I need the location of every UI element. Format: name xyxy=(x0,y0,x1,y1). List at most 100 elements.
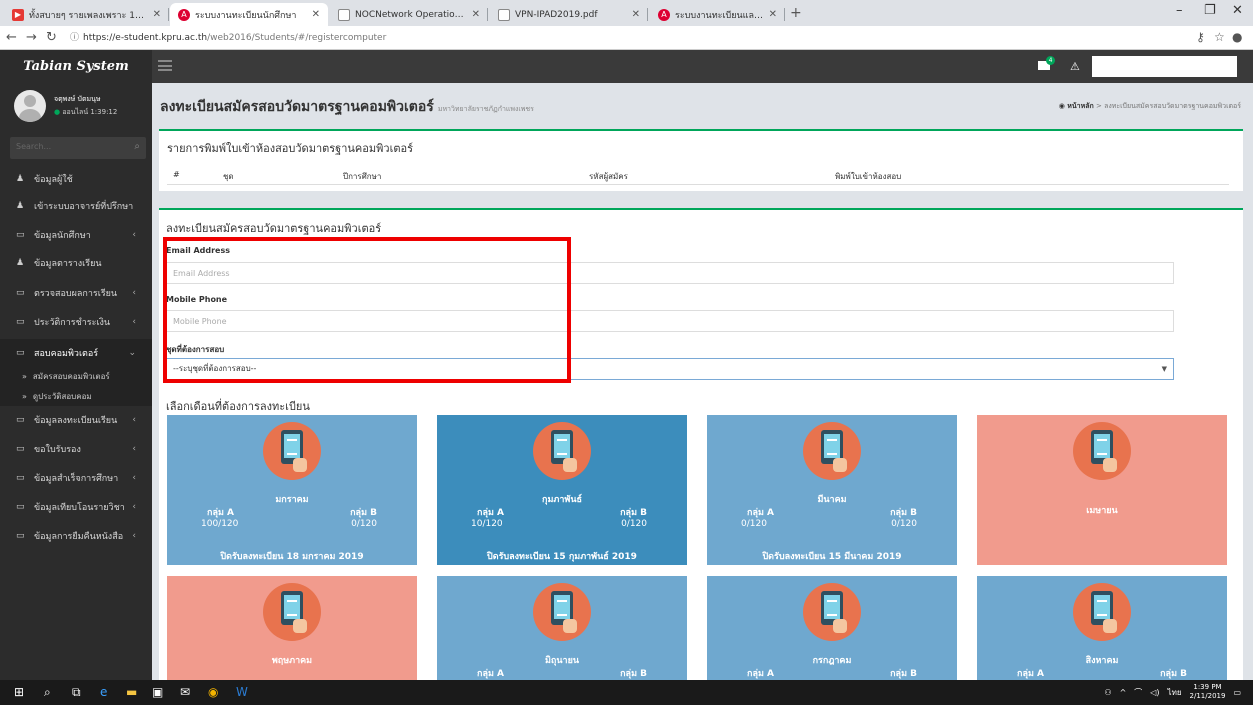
sidebar-item-graduation[interactable]: ▭ ข้อมูลสำเร็จการศึกษา ‹ xyxy=(0,464,152,491)
month-card-march[interactable]: มีนาคม กลุ่ม A กลุ่ม B 0/120 0/120 ปิดรั… xyxy=(707,415,957,565)
chevron-up-icon[interactable]: ^ xyxy=(1120,688,1127,697)
browser-tab[interactable]: ▶ ทั้งสบายๆ รายเพลงเพราะ 16 ตอน ✕ xyxy=(4,3,169,26)
restore-button[interactable]: ❐ xyxy=(1204,3,1216,18)
close-icon[interactable]: ✕ xyxy=(472,9,480,20)
forward-arrow-icon[interactable]: → xyxy=(26,30,37,45)
monitor-icon: ▭ xyxy=(16,316,25,327)
sidebar-item-advisor[interactable]: ♟ เข้าระบบอาจารย์ที่ปรึกษา xyxy=(0,192,152,219)
sidebar-item-label: ข้อมูลตารางเรียน xyxy=(34,258,102,269)
month-card-may[interactable]: พฤษภาคม xyxy=(167,576,417,680)
month-card-april[interactable]: เมษายน xyxy=(977,415,1227,565)
star-icon[interactable]: ☆ xyxy=(1214,30,1225,44)
url-field[interactable]: ⓘ https://e-student.kpru.ac.th/web2016/St… xyxy=(70,29,1190,47)
avatar xyxy=(14,90,46,122)
group-b-label: กลุ่ม B xyxy=(1160,669,1187,679)
month-card-august[interactable]: สิงหาคม กลุ่ม A กลุ่ม B xyxy=(977,576,1227,680)
month-card-june[interactable]: มิถุนายน กลุ่ม A กลุ่ม B xyxy=(437,576,687,680)
task-view-icon[interactable]: ⧉ xyxy=(72,685,81,700)
month-card-july[interactable]: กรกฎาคม กลุ่ม A กลุ่ม B xyxy=(707,576,957,680)
sidebar-item-transfer[interactable]: ▭ ข้อมูลเทียบโอนรายวิชา ‹ xyxy=(0,493,152,520)
close-icon[interactable]: ✕ xyxy=(632,9,640,20)
minimize-button[interactable]: – xyxy=(1176,3,1183,18)
info-icon[interactable]: ⓘ xyxy=(70,33,79,43)
search-icon[interactable]: ⌕ xyxy=(134,141,140,152)
file-explorer-icon[interactable]: ▬ xyxy=(126,685,137,699)
sidebar-item-label: ประวัติการชำระเงิน xyxy=(34,317,111,328)
group-b-label: กลุ่ม B xyxy=(620,669,647,679)
window-close-button[interactable]: ✕ xyxy=(1232,3,1243,18)
monitor-icon: ▭ xyxy=(16,347,25,358)
month-card-february[interactable]: กุมภาพันธ์ กลุ่ม A กลุ่ม B 10/120 0/120 … xyxy=(437,415,687,565)
browser-tab[interactable]: A ระบบงานทะเบียนและประมวลผล สำนักส่งเสริ… xyxy=(650,3,785,26)
browser-tab-active[interactable]: A ระบบงานทะเบียนนักศึกษา ✕ xyxy=(170,3,328,26)
page-subtitle: มหาวิทยาลัยราชภัฏกำแพงเพชร xyxy=(437,105,534,113)
chevron-left-icon: ‹ xyxy=(132,443,136,454)
word-icon[interactable]: W xyxy=(236,685,248,699)
user-menu[interactable] xyxy=(1092,56,1237,77)
group-a-value: 0/120 xyxy=(741,519,767,529)
new-tab-button[interactable]: + xyxy=(790,5,802,21)
language-icon[interactable]: ไทย xyxy=(1168,686,1182,699)
mail-app-icon[interactable]: ✉ xyxy=(180,685,190,699)
group-a-label: กลุ่ม A xyxy=(747,669,774,679)
edge-icon[interactable]: e xyxy=(100,685,107,699)
browser-tab[interactable]: NOCNetwork Operation Center ✕ xyxy=(330,3,488,26)
arrow-right-icon: » xyxy=(22,391,27,401)
close-icon[interactable]: ✕ xyxy=(769,9,777,20)
sidebar-item-grades[interactable]: ▭ ตรวจสอบผลการเรียน ‹ xyxy=(0,279,152,306)
sidebar-item-certificate[interactable]: ▭ ขอใบรับรอง ‹ xyxy=(0,435,152,462)
user-status-text: ออนไลน์ 1:39:12 xyxy=(62,108,118,116)
clock[interactable]: 1:39 PM 2/11/2019 xyxy=(1190,683,1226,701)
document-icon xyxy=(498,8,510,21)
sidebar-search[interactable]: Search... ⌕ xyxy=(10,137,146,159)
sidebar-item-label: ข้อมูลผู้ใช้ xyxy=(34,174,73,185)
sidebar-item-computer-exam[interactable]: ▭ สอบคอมพิวเตอร์ ⌄ xyxy=(0,339,152,366)
chevron-left-icon: ‹ xyxy=(132,501,136,512)
account-icon[interactable]: ● xyxy=(1232,30,1242,44)
search-icon[interactable]: ⌕ xyxy=(44,685,51,700)
close-icon[interactable]: ✕ xyxy=(153,9,161,20)
chevron-down-icon: ⌄ xyxy=(128,347,136,358)
people-icon[interactable]: ⚇ xyxy=(1104,688,1111,697)
print-ticket-box: รายการพิมพ์ใบเข้าห้องสอบวัดมาตรฐานคอมพิว… xyxy=(159,129,1243,191)
sidebar-item-student-info[interactable]: ▭ ข้อมูลนักศึกษา ‹ xyxy=(0,221,152,248)
store-icon[interactable]: ▣ xyxy=(152,685,163,699)
group-b-value: 0/120 xyxy=(891,519,917,529)
volume-icon[interactable]: ◁) xyxy=(1150,688,1159,697)
windows-start-icon[interactable]: ⊞ xyxy=(14,685,24,699)
warning-icon[interactable]: ⚠ xyxy=(1070,60,1080,73)
reload-icon[interactable]: ↻ xyxy=(46,30,57,45)
browser-tab[interactable]: VPN-IPAD2019.pdf ✕ xyxy=(490,3,648,26)
back-arrow-icon[interactable]: ← xyxy=(6,30,17,45)
sidebar-item-user-info[interactable]: ♟ ข้อมูลผู้ใช้ xyxy=(0,165,152,192)
sidebar-subitem-exam-history[interactable]: » ดูประวัติสอบคอม xyxy=(0,386,152,406)
sidebar-item-library[interactable]: ▭ ข้อมูลการยืมคืนหนังสือ ‹ xyxy=(0,522,152,549)
group-a-value: 100/120 xyxy=(201,519,239,529)
sidebar-item-registration[interactable]: ▭ ข้อมูลลงทะเบียนเรียน ‹ xyxy=(0,406,152,433)
month-name: กรกฎาคม xyxy=(812,656,852,666)
hamburger-menu-icon[interactable] xyxy=(158,60,172,71)
network-icon[interactable]: ⌒ xyxy=(1134,687,1142,698)
brand-logo[interactable]: Tabian System xyxy=(0,50,152,83)
breadcrumb-home[interactable]: ◉ หน้าหลัก xyxy=(1059,102,1094,110)
column-header: รหัสผู้สมัคร xyxy=(589,172,628,181)
chrome-icon[interactable]: ◉ xyxy=(208,685,218,699)
close-icon[interactable]: ✕ xyxy=(312,9,320,20)
sidebar-item-payments[interactable]: ▭ ประวัติการชำระเงิน ‹ xyxy=(0,308,152,335)
monitor-icon: ▭ xyxy=(16,501,25,512)
clock-time: 1:39 PM xyxy=(1193,683,1222,691)
monitor-icon: ▭ xyxy=(16,530,25,541)
sidebar-subitem-register-exam[interactable]: » สมัครสอบคอมพิวเตอร์ xyxy=(0,366,152,386)
sidebar-item-label: ข้อมูลลงทะเบียนเรียน xyxy=(34,415,118,426)
month-card-january[interactable]: มกราคม กลุ่ม A กลุ่ม B 100/120 0/120 ปิด… xyxy=(167,415,417,565)
key-icon[interactable]: ⚷ xyxy=(1196,30,1205,44)
notification-icon[interactable]: ▭ xyxy=(1233,688,1241,697)
sidebar-item-label: ข้อมูลนักศึกษา xyxy=(34,230,91,241)
page-header: ลงทะเบียนสมัครสอบวัดมาตรฐานคอมพิวเตอร์ มห… xyxy=(160,96,534,118)
breadcrumb: ◉ หน้าหลัก > ลงทะเบียนสมัครสอบวัดมาตรฐาน… xyxy=(1058,102,1241,110)
url-path: /web2016/Students/#/registercomputer xyxy=(207,33,387,43)
sidebar-item-timetable[interactable]: ♟ ข้อมูลตารางเรียน xyxy=(0,249,152,276)
address-bar-row: ← → ↻ ⓘ https://e-student.kpru.ac.th/web2… xyxy=(0,26,1253,50)
closing-date: ปิดรับลงทะเบียน 18 มกราคม 2019 xyxy=(220,552,364,562)
tab-title: ทั้งสบายๆ รายเพลงเพราะ 16 ตอน xyxy=(29,10,148,21)
